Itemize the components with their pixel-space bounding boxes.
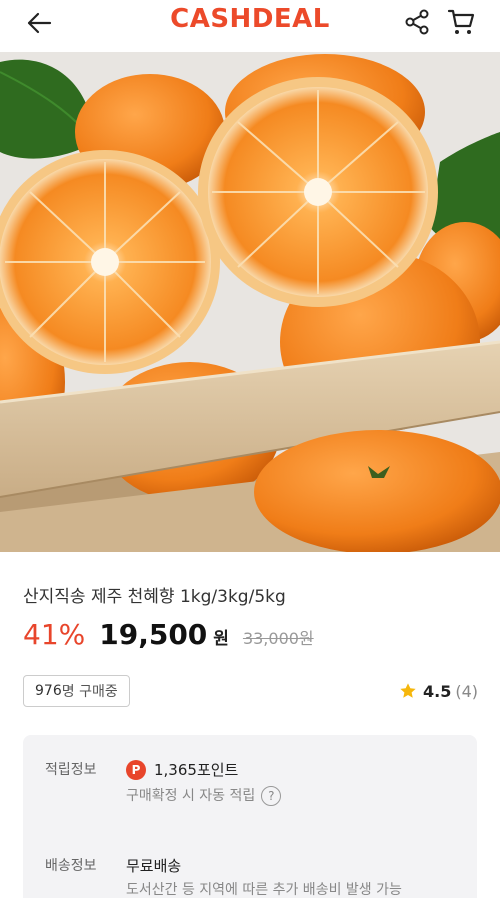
product-image bbox=[0, 52, 500, 552]
shipping-label: 배송정보 bbox=[45, 858, 97, 874]
review-count: (4) bbox=[455, 681, 478, 701]
help-icon[interactable]: ? bbox=[261, 786, 282, 806]
rating-score: 4.5 bbox=[422, 681, 452, 701]
info-box: 적립정보 P 1,365포인트 구매확정 시 자동 적립? 배송정보 무료배송 … bbox=[23, 735, 477, 898]
reward-value: 1,365포인트 bbox=[154, 761, 239, 779]
share-button[interactable] bbox=[400, 5, 434, 39]
top-header: CASHDEAL bbox=[0, 0, 500, 46]
reward-label: 적립정보 bbox=[45, 762, 97, 778]
reward-value-row: P 1,365포인트 bbox=[126, 759, 238, 780]
buyers-badge: 976 명 구매중 bbox=[23, 675, 130, 707]
price-row: 41% 19,500 원 33,000원 bbox=[23, 618, 314, 658]
discount-rate: 41% bbox=[23, 618, 86, 651]
shipping-value: 무료배송 bbox=[126, 857, 182, 875]
cart-button[interactable] bbox=[444, 5, 478, 39]
rating[interactable]: 4.5 (4) bbox=[399, 679, 478, 703]
original-price: 33,000원 bbox=[242, 629, 314, 648]
reward-sub: 구매확정 시 자동 적립 bbox=[126, 788, 256, 804]
point-icon: P bbox=[126, 759, 146, 780]
reward-sub-row: 구매확정 시 자동 적립? bbox=[126, 785, 282, 806]
cart-icon bbox=[447, 9, 475, 34]
buyers-count: 976 bbox=[35, 683, 62, 699]
share-icon bbox=[405, 9, 429, 35]
sale-price: 19,500 bbox=[99, 618, 208, 651]
currency-unit: 원 bbox=[213, 629, 229, 649]
product-title: 산지직송 제주 천혜향 1kg/3kg/5kg bbox=[23, 587, 286, 607]
buyers-label: 명 구매중 bbox=[61, 684, 118, 700]
shipping-sub: 도서산간 등 지역에 따른 추가 배송비 발생 가능 bbox=[126, 882, 402, 898]
star-icon bbox=[400, 683, 416, 698]
